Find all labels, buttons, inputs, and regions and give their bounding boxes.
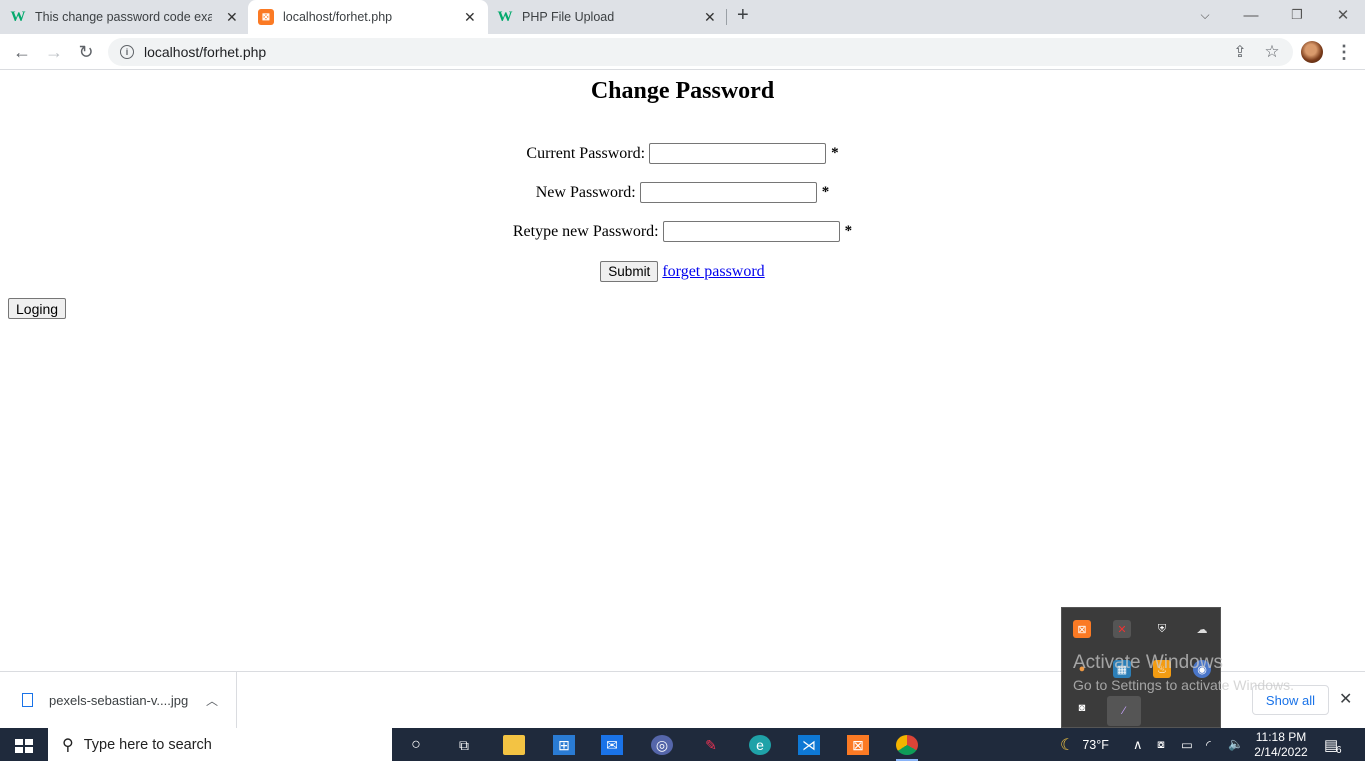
tab-localhost-forhet[interactable]: ⊠ localhost/forhet.php ✕ bbox=[248, 0, 488, 34]
weather-widget[interactable]: ☾ 73°F bbox=[1060, 728, 1109, 761]
chrome-icon[interactable] bbox=[896, 735, 918, 755]
retype-password-row: Retype new Password: * bbox=[0, 221, 1365, 242]
vscode-icon[interactable]: ⋊ bbox=[798, 735, 820, 755]
meet-now-icon[interactable]: ⧇ bbox=[1157, 728, 1165, 761]
battery-icon[interactable]: ▭ bbox=[1181, 728, 1193, 761]
retype-password-input[interactable] bbox=[662, 221, 840, 242]
close-download-bar-icon[interactable]: ✕ bbox=[1339, 689, 1352, 709]
tab-w3schools-change-password[interactable]: W This change password code exam ✕ bbox=[10, 0, 245, 34]
paint-icon[interactable]: ✎ bbox=[700, 735, 722, 755]
bookmark-star-icon[interactable]: ☆ bbox=[1258, 34, 1286, 70]
app-error-icon[interactable]: ✕ bbox=[1113, 620, 1131, 638]
w3schools-icon: W bbox=[10, 8, 26, 25]
tab-title: PHP File Upload bbox=[522, 10, 615, 24]
close-window-button[interactable]: ✕ bbox=[1320, 0, 1365, 30]
current-password-label: Current Password: bbox=[526, 144, 646, 162]
new-tab-button[interactable]: + bbox=[737, 4, 749, 27]
windows-start-icon[interactable] bbox=[15, 739, 33, 753]
browser-toolbar: ← → ↻ i localhost/forhet.php ⇪ ☆ ⋮ bbox=[0, 34, 1365, 70]
cortana-icon[interactable]: ○ bbox=[405, 735, 427, 755]
file-icon bbox=[22, 693, 33, 707]
moon-cloud-icon: ☾ bbox=[1060, 736, 1075, 754]
forget-password-link[interactable]: forget password bbox=[662, 263, 764, 281]
cloud-offline-icon[interactable]: ☁ bbox=[1193, 620, 1211, 638]
tab-strip: W This change password code exam ✕ ⊠ loc… bbox=[0, 0, 1365, 34]
new-password-label: New Password: bbox=[535, 183, 636, 201]
activate-windows-title: Activate Windows bbox=[1073, 652, 1223, 673]
retype-password-label: Retype new Password: bbox=[512, 222, 659, 240]
close-tab-icon[interactable]: ✕ bbox=[464, 9, 476, 26]
pen-app-icon[interactable]: ⁄ bbox=[1107, 696, 1141, 726]
w3schools-icon: W bbox=[497, 8, 513, 25]
tab-title: This change password code exam bbox=[35, 10, 212, 24]
current-password-row: Current Password: * bbox=[0, 143, 1365, 164]
new-password-input[interactable] bbox=[639, 182, 817, 203]
task-view-icon[interactable]: ⧉ bbox=[453, 735, 475, 755]
weather-temp: 73°F bbox=[1082, 737, 1109, 752]
address-text[interactable]: localhost/forhet.php bbox=[144, 44, 266, 60]
new-password-row: New Password: * bbox=[0, 182, 1365, 203]
required-asterisk: * bbox=[831, 145, 839, 161]
notification-count-badge: 6 bbox=[1336, 745, 1342, 756]
download-file-name[interactable]: pexels-sebastian-v....jpg bbox=[49, 693, 188, 708]
volume-icon[interactable]: 🔈 bbox=[1228, 728, 1244, 761]
required-asterisk: * bbox=[844, 223, 853, 239]
chevron-up-icon[interactable]: ︿ bbox=[206, 692, 218, 709]
tab-php-file-upload[interactable]: W PHP File Upload ✕ bbox=[497, 0, 727, 34]
page-title: Change Password bbox=[590, 78, 775, 104]
forward-arrow-icon[interactable]: → bbox=[40, 34, 68, 70]
show-hidden-icons-chevron-icon[interactable]: ∧ bbox=[1133, 728, 1143, 761]
tab-divider bbox=[726, 9, 727, 25]
xampp-taskbar-icon[interactable]: ⊠ bbox=[847, 735, 869, 755]
login-button[interactable]: Loging bbox=[8, 298, 67, 319]
xampp-icon: ⊠ bbox=[258, 9, 274, 25]
webcam-app-icon[interactable]: ◎ bbox=[651, 735, 673, 755]
xampp-icon[interactable]: ⊠ bbox=[1073, 620, 1091, 638]
menu-kebab-icon[interactable]: ⋮ bbox=[1330, 34, 1358, 70]
submit-row: Submit forget password bbox=[0, 261, 1365, 282]
close-tab-icon[interactable]: ✕ bbox=[226, 9, 238, 26]
tab-search-chevron-icon[interactable]: ⌵ bbox=[1182, 0, 1228, 30]
required-asterisk: * bbox=[821, 184, 830, 200]
close-tab-icon[interactable]: ✕ bbox=[704, 9, 716, 26]
security-shield-icon[interactable]: ⛨ bbox=[1153, 620, 1171, 638]
clock-time: 11:18 PM bbox=[1255, 730, 1307, 744]
file-explorer-icon[interactable] bbox=[503, 735, 525, 755]
download-item[interactable]: pexels-sebastian-v....jpg ︿ bbox=[0, 672, 237, 728]
search-placeholder: Type here to search bbox=[83, 736, 212, 753]
edge-icon[interactable]: e bbox=[749, 735, 771, 755]
taskbar: ⚲ Type here to search ○ ⧉ ⊞ ✉ ◎ ✎ e ⋊ ⊠ … bbox=[0, 728, 1365, 761]
tab-title: localhost/forhet.php bbox=[283, 10, 393, 24]
current-password-input[interactable] bbox=[649, 143, 827, 164]
discord-icon[interactable]: ◙ bbox=[1073, 699, 1091, 717]
clock-date: 2/14/2022 bbox=[1254, 745, 1308, 759]
clock[interactable]: 11:18 PM 2/14/2022 bbox=[1252, 730, 1310, 760]
reload-icon[interactable]: ↻ bbox=[72, 34, 100, 70]
restore-button[interactable]: ❐ bbox=[1274, 0, 1320, 30]
wifi-icon[interactable]: ◜ bbox=[1206, 728, 1211, 761]
taskbar-search-box[interactable]: ⚲ Type here to search bbox=[48, 728, 392, 761]
minimize-button[interactable]: — bbox=[1228, 0, 1274, 30]
search-icon: ⚲ bbox=[62, 736, 74, 754]
profile-avatar[interactable] bbox=[1301, 41, 1323, 63]
back-arrow-icon[interactable]: ← bbox=[8, 34, 36, 70]
site-info-icon[interactable]: i bbox=[120, 45, 134, 59]
mail-icon[interactable]: ✉ bbox=[601, 735, 623, 755]
share-icon[interactable]: ⇪ bbox=[1226, 34, 1254, 70]
address-bar[interactable]: i localhost/forhet.php bbox=[108, 38, 1293, 66]
activate-windows-subtitle: Go to Settings to activate Windows. bbox=[1073, 677, 1294, 693]
submit-button[interactable]: Submit bbox=[600, 261, 659, 282]
store-icon[interactable]: ⊞ bbox=[553, 735, 575, 755]
